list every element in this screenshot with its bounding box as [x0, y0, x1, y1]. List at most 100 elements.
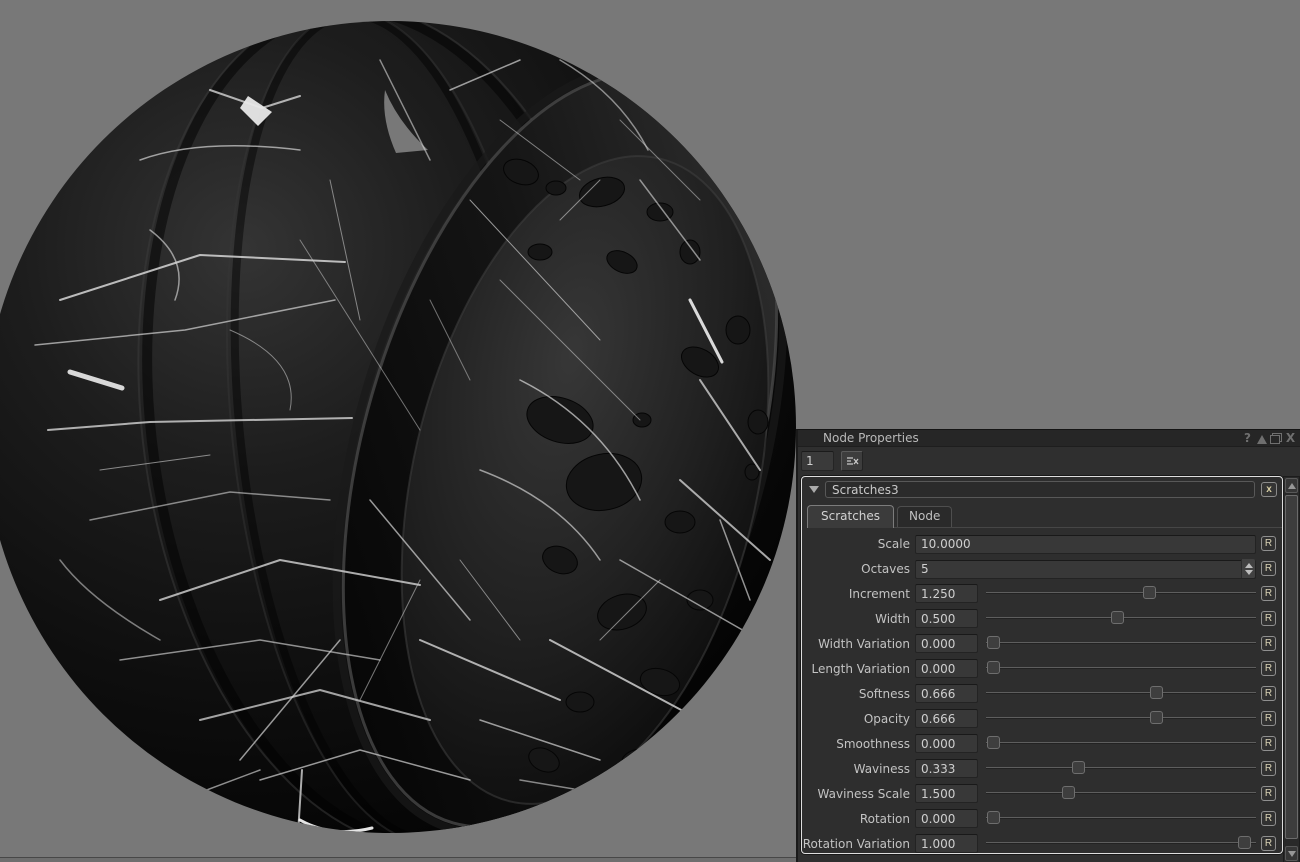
param-label: Scale: [877, 536, 910, 551]
param-label: Rotation Variation: [802, 836, 910, 851]
scroll-down-button[interactable]: [1285, 846, 1298, 861]
waviness-input[interactable]: [915, 759, 978, 778]
slider-handle[interactable]: [1072, 761, 1086, 774]
reset-button[interactable]: R: [1261, 536, 1276, 551]
slider-handle[interactable]: [987, 661, 1001, 674]
width-input[interactable]: [915, 609, 978, 628]
param-row-increment: Increment R: [802, 581, 1276, 606]
smoothness-input[interactable]: [915, 734, 978, 753]
param-label: Rotation: [859, 811, 910, 826]
param-row-opacity: Opacity R: [802, 706, 1276, 731]
slider-track: [986, 817, 1256, 819]
softness-slider[interactable]: [986, 681, 1256, 706]
slider-track: [986, 642, 1256, 644]
opacity-input[interactable]: [915, 709, 978, 728]
rotation-slider[interactable]: [986, 806, 1256, 831]
param-label: Length Variation: [811, 661, 910, 676]
softness-input[interactable]: [915, 684, 978, 703]
reset-button[interactable]: R: [1261, 811, 1276, 826]
slider-handle[interactable]: [1150, 711, 1164, 724]
reset-button[interactable]: R: [1261, 761, 1276, 776]
reset-button[interactable]: R: [1261, 661, 1276, 676]
close-node-panel-button[interactable]: x: [1261, 482, 1277, 497]
reset-button[interactable]: R: [1261, 561, 1276, 576]
reset-button[interactable]: R: [1261, 636, 1276, 651]
reset-button[interactable]: R: [1261, 711, 1276, 726]
reset-button[interactable]: R: [1261, 686, 1276, 701]
octaves-stepper[interactable]: [1241, 559, 1255, 578]
parameter-list: Scale R Octaves R: [802, 528, 1282, 853]
slider-handle[interactable]: [1150, 686, 1164, 699]
clear-panels-button[interactable]: [841, 451, 863, 471]
slider-track: [986, 667, 1256, 669]
slider-handle[interactable]: [987, 636, 1001, 649]
panel-titlebar[interactable]: Node Properties ? X: [798, 430, 1300, 447]
param-row-scale: Scale R: [802, 531, 1276, 556]
smoothness-slider[interactable]: [986, 731, 1256, 756]
scroll-up-button[interactable]: [1285, 478, 1298, 493]
param-row-width-variation: Width Variation R: [802, 631, 1276, 656]
viewport-bottom-edge: [0, 857, 797, 862]
rotation-variation-slider[interactable]: [986, 831, 1256, 853]
opacity-slider[interactable]: [986, 706, 1256, 731]
node-header: x: [802, 477, 1282, 498]
reset-button[interactable]: R: [1261, 736, 1276, 751]
waviness-scale-slider[interactable]: [986, 781, 1256, 806]
tab-node[interactable]: Node: [897, 506, 953, 527]
param-label: Increment: [848, 586, 910, 601]
close-panel-icon[interactable]: X: [1284, 431, 1297, 445]
stepper-down-icon[interactable]: [1244, 569, 1253, 575]
dock-icon[interactable]: [1257, 434, 1267, 444]
max-panels-input[interactable]: [801, 451, 834, 471]
param-row-rotation-variation: Rotation Variation R: [802, 831, 1276, 853]
reset-button[interactable]: R: [1261, 586, 1276, 601]
node-properties-panel: Node Properties ? X x: [796, 429, 1300, 862]
node-name-input[interactable]: [825, 481, 1255, 498]
param-label: Width Variation: [818, 636, 910, 651]
slider-handle[interactable]: [1110, 611, 1124, 624]
scale-input[interactable]: [915, 534, 1256, 554]
rotation-input[interactable]: [915, 809, 978, 828]
scroll-down-icon: [1287, 850, 1296, 857]
param-row-waviness: Waviness R: [802, 756, 1276, 781]
reset-button[interactable]: R: [1261, 786, 1276, 801]
increment-slider[interactable]: [986, 581, 1256, 606]
node-panel-scratches3: x Scratches Node Scale R Octaves: [801, 476, 1283, 854]
slider-handle[interactable]: [987, 736, 1001, 749]
slider-track: [986, 717, 1256, 719]
slider-handle[interactable]: [1237, 836, 1251, 849]
scrollbar-thumb[interactable]: [1285, 495, 1298, 839]
application-window: Node Properties ? X x: [0, 0, 1300, 862]
width-slider[interactable]: [986, 606, 1256, 631]
octaves-input[interactable]: [915, 559, 1256, 579]
slider-handle[interactable]: [987, 811, 1001, 824]
scroll-up-icon: [1287, 482, 1296, 489]
width-variation-slider[interactable]: [986, 631, 1256, 656]
reset-button[interactable]: R: [1261, 836, 1276, 851]
rotation-variation-input[interactable]: [915, 834, 978, 853]
param-label: Waviness Scale: [817, 786, 910, 801]
max-panels-row: [798, 447, 1300, 475]
float-window-icon[interactable]: [1270, 432, 1282, 444]
length-variation-input[interactable]: [915, 659, 978, 678]
collapse-icon[interactable]: [809, 486, 819, 493]
stepper-up-icon[interactable]: [1244, 562, 1253, 568]
slider-handle[interactable]: [1062, 786, 1076, 799]
width-variation-input[interactable]: [915, 634, 978, 653]
reset-button[interactable]: R: [1261, 611, 1276, 626]
slider-track: [986, 767, 1256, 769]
slider-handle[interactable]: [1142, 586, 1156, 599]
param-label: Waviness: [853, 761, 910, 776]
waviness-slider[interactable]: [986, 756, 1256, 781]
tab-scratches[interactable]: Scratches: [807, 505, 895, 528]
param-row-octaves: Octaves R: [802, 556, 1276, 581]
param-row-softness: Softness R: [802, 681, 1276, 706]
waviness-scale-input[interactable]: [915, 784, 978, 803]
param-label: Width: [875, 611, 910, 626]
help-icon[interactable]: ?: [1241, 431, 1254, 445]
slider-track: [986, 592, 1256, 594]
increment-input[interactable]: [915, 584, 978, 603]
length-variation-slider[interactable]: [986, 656, 1256, 681]
panel-scrollbar[interactable]: [1283, 476, 1300, 862]
clear-panels-icon: [846, 456, 859, 465]
